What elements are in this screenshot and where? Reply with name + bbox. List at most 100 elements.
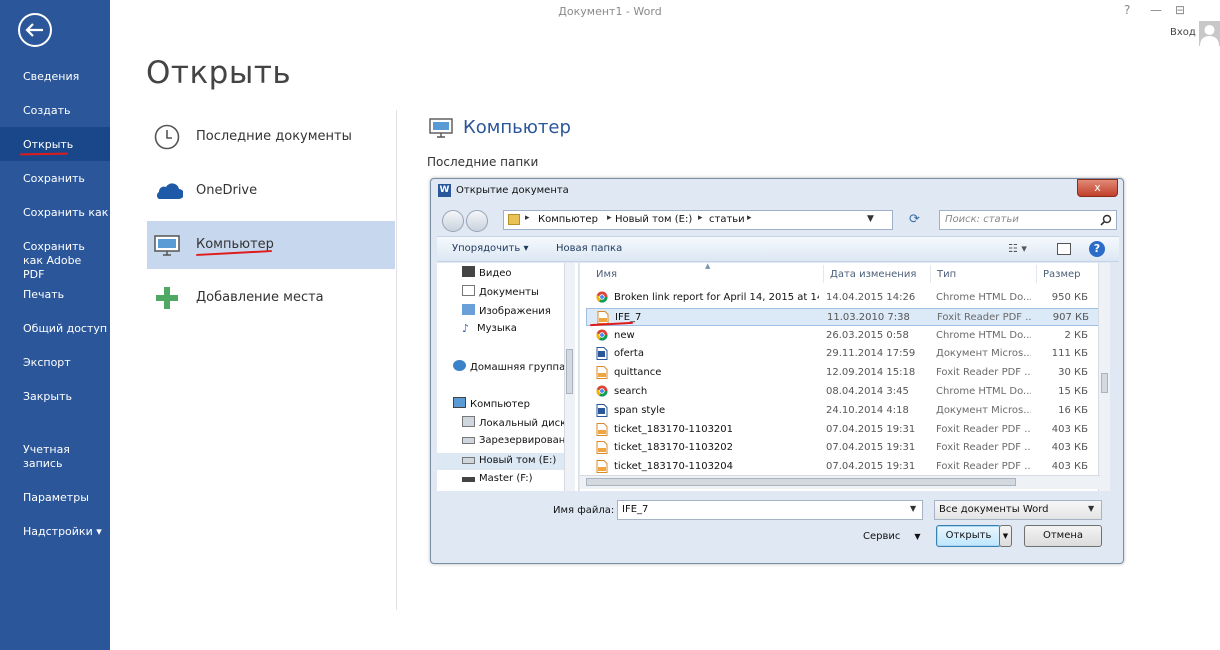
back-arrow-icon[interactable] <box>442 210 464 232</box>
chevron-right-icon: ▸ <box>607 213 612 223</box>
scroll-thumb[interactable] <box>586 478 1016 486</box>
file-row[interactable]: ticket_183170-1103201 07.04.2015 19:31 Fox… <box>586 421 1106 439</box>
sidebar-item-share[interactable]: Общий доступ <box>0 322 110 336</box>
sidebar-item-new[interactable]: Создать <box>0 104 110 118</box>
sidebar-item-print[interactable]: Печать <box>0 288 110 302</box>
nav-item-homegroup[interactable]: Домашняя группа <box>453 360 567 373</box>
sidebar-item-export[interactable]: Экспорт <box>0 356 110 370</box>
restore-icon[interactable]: ⊟ <box>1175 3 1185 17</box>
file-row[interactable]: IFE_7 11.03.2010 7:38 Foxit Reader PDF ...… <box>586 307 1106 326</box>
chevron-right-icon: ▸ <box>747 213 752 223</box>
file-row[interactable]: ticket_183170-1103204 07.04.2015 19:31 Fox… <box>586 458 1106 476</box>
address-bar[interactable]: ▸ Компьютер ▸ Новый том (E:) ▸ статьи ▸ … <box>503 210 893 230</box>
nav-item-pictures[interactable]: Изображения <box>462 304 564 317</box>
place-onedrive[interactable]: OneDrive <box>147 167 395 215</box>
sidebar-item-account[interactable]: Учетная запись <box>0 443 80 471</box>
nav-scrollbar[interactable] <box>564 263 575 491</box>
back-arrow-icon[interactable] <box>18 13 52 47</box>
file-row[interactable]: Broken link report for April 14, 2015 at… <box>586 289 1106 307</box>
chevron-down-icon[interactable]: ▼ <box>910 504 916 513</box>
file-row[interactable]: oferta 29.11.2014 17:59 Документ Micros...… <box>586 345 1106 363</box>
breadcrumb-item[interactable]: Компьютер <box>538 214 598 225</box>
file-type: Foxit Reader PDF ... <box>936 423 1031 435</box>
sidebar-item-options[interactable]: Параметры <box>0 491 110 505</box>
nav-item-documents[interactable]: Документы <box>462 285 564 298</box>
refresh-icon[interactable]: ⟳ <box>909 212 920 227</box>
help-icon[interactable]: ? <box>1124 3 1130 17</box>
filename-value: IFE_7 <box>622 504 649 515</box>
cancel-button[interactable]: Отмена <box>1024 525 1102 547</box>
file-type: Документ Micros... <box>936 404 1031 416</box>
document-icon <box>462 285 475 296</box>
file-type: Chrome HTML Do... <box>936 329 1031 341</box>
file-row[interactable]: ticket_183170-1103202 07.04.2015 19:31 Fox… <box>586 439 1106 457</box>
breadcrumb-item[interactable]: Новый том (E:) <box>615 214 692 225</box>
usb-drive-icon <box>462 477 475 482</box>
file-size: 2 КБ <box>1064 329 1088 341</box>
dialog-close-button[interactable]: x <box>1077 179 1118 197</box>
file-date: 14.04.2015 14:26 <box>826 292 916 303</box>
column-header-size[interactable]: Размер <box>1043 269 1081 280</box>
sign-in-link[interactable]: Вход <box>1170 27 1196 38</box>
nav-item-master-f[interactable]: Master (F:) <box>462 473 567 484</box>
nav-item-volume-e[interactable]: Новый том (E:) <box>437 453 564 470</box>
sidebar-item-info[interactable]: Сведения <box>0 70 110 84</box>
horizontal-scrollbar[interactable] <box>580 475 1100 489</box>
filetype-select[interactable]: Все документы Word ▼ <box>934 500 1102 520</box>
new-folder-button[interactable]: Новая папка <box>556 243 622 254</box>
filename-input[interactable]: IFE_7 ▼ <box>617 500 923 520</box>
sidebar-item-close[interactable]: Закрыть <box>0 390 110 404</box>
clock-icon <box>153 123 181 151</box>
nav-item-reserved[interactable]: Зарезервирован <box>462 435 567 446</box>
avatar-icon[interactable] <box>1199 21 1220 46</box>
file-row[interactable]: new 26.03.2015 0:58 Chrome HTML Do... 2 КБ <box>586 327 1106 345</box>
place-computer[interactable]: Компьютер <box>147 221 395 269</box>
forward-arrow-icon[interactable] <box>466 210 488 232</box>
music-icon: ♪ <box>462 322 470 334</box>
open-button[interactable]: Открыть <box>936 525 1001 547</box>
scroll-thumb[interactable] <box>566 349 573 394</box>
file-date: 12.09.2014 15:18 <box>826 367 916 379</box>
sidebar-item-save-as-pdf[interactable]: Сохранить как Adobe PDF <box>0 240 100 282</box>
sidebar-item-save-as[interactable]: Сохранить как <box>0 206 110 220</box>
pdf-icon <box>597 310 609 324</box>
column-header-type[interactable]: Тип <box>937 269 956 280</box>
file-date: 26.03.2015 0:58 <box>826 329 909 341</box>
column-header-modified[interactable]: Дата изменения <box>830 269 916 280</box>
sort-up-icon: ▲ <box>705 262 711 270</box>
file-size: 30 КБ <box>1058 367 1088 379</box>
preview-pane-icon[interactable] <box>1057 243 1071 255</box>
open-split-dropdown[interactable]: ▼ <box>999 525 1012 547</box>
column-divider <box>930 265 931 283</box>
minimize-icon[interactable]: — <box>1150 3 1162 17</box>
homegroup-icon <box>453 360 466 371</box>
tools-dropdown[interactable]: Сервис ▼ <box>863 531 921 542</box>
search-input[interactable]: Поиск: статьи <box>939 210 1117 230</box>
organize-button[interactable]: Упорядочить ▾ <box>452 243 528 254</box>
sidebar-item-addins[interactable]: Надстройки ▾ <box>0 525 110 539</box>
folder-icon <box>508 214 520 225</box>
file-list-scrollbar[interactable] <box>1098 263 1110 491</box>
nav-item-local-disk[interactable]: Локальный диск <box>462 416 567 429</box>
computer-icon <box>153 231 181 259</box>
place-add-location[interactable]: Добавление места <box>147 274 395 322</box>
file-row[interactable]: search 08.04.2014 3:45 Chrome HTML Do... 15… <box>586 383 1106 401</box>
word-icon <box>596 403 608 417</box>
chevron-down-icon[interactable]: ▼ <box>867 214 874 224</box>
video-icon <box>462 266 475 277</box>
file-date: 11.03.2010 7:38 <box>827 311 910 323</box>
column-header-name[interactable]: Имя <box>596 269 617 280</box>
place-recent-documents[interactable]: Последние документы <box>147 113 395 161</box>
nav-item-music[interactable]: ♪ Музыка <box>462 322 564 334</box>
nav-item-computer[interactable]: Компьютер <box>453 397 567 410</box>
word-icon <box>596 347 608 361</box>
scroll-thumb[interactable] <box>1101 373 1108 393</box>
help-icon[interactable]: ? <box>1089 241 1105 257</box>
breadcrumb-item[interactable]: статьи <box>709 214 745 225</box>
sidebar-item-open[interactable]: Открыть <box>0 127 110 161</box>
file-row[interactable]: span style 24.10.2014 4:18 Документ Micros… <box>586 402 1106 420</box>
file-row[interactable]: quittance 12.09.2014 15:18 Foxit Reader PD… <box>586 364 1106 382</box>
nav-item-video[interactable]: Видео <box>462 266 564 279</box>
sidebar-item-save[interactable]: Сохранить <box>0 172 110 186</box>
view-options-icon[interactable]: ☷ ▾ <box>1008 242 1027 255</box>
